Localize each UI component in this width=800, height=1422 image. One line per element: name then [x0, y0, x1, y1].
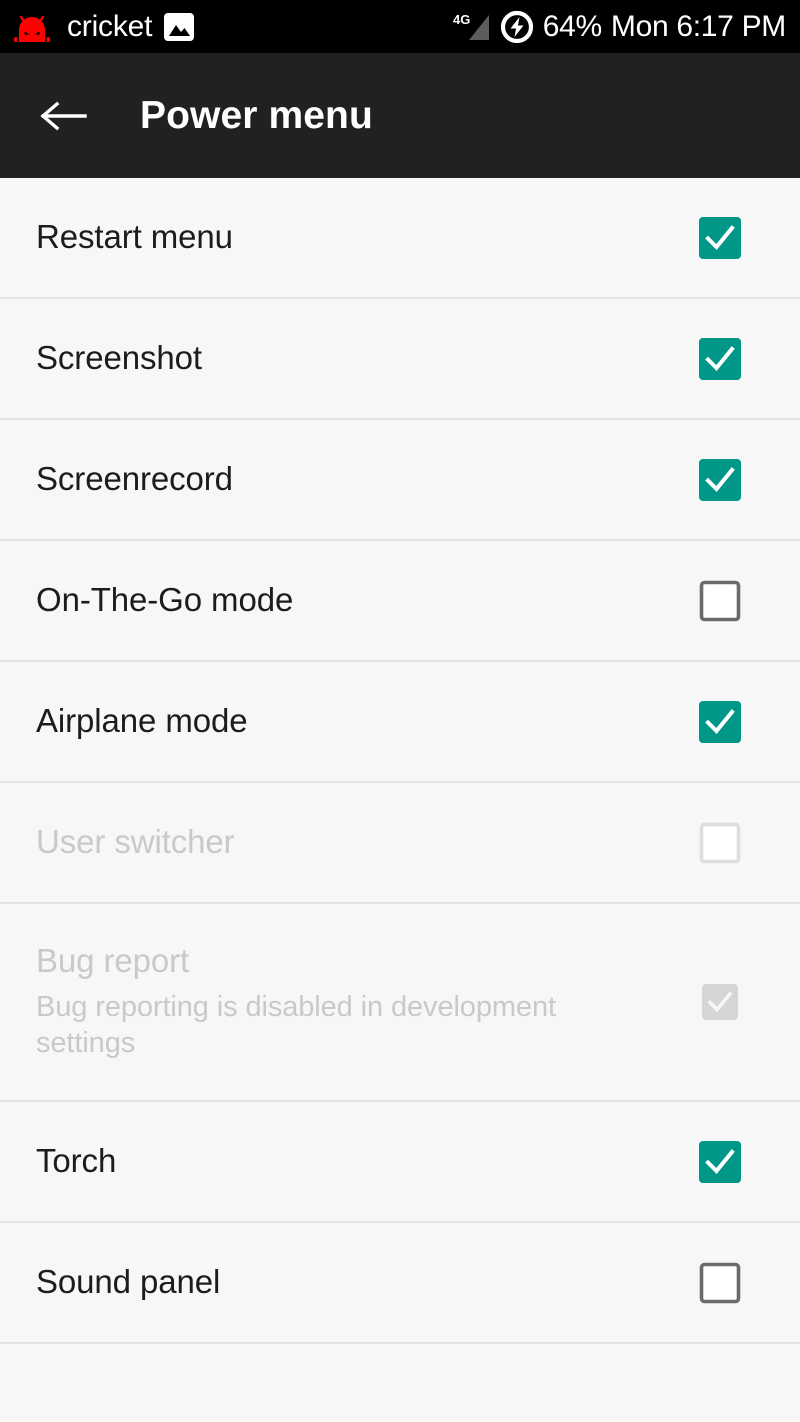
preference-row[interactable]: Screenrecord	[0, 420, 800, 541]
preference-text: User switcher	[36, 823, 698, 862]
checkbox-unchecked[interactable]	[698, 1260, 742, 1306]
preference-title: Screenrecord	[36, 460, 233, 498]
signal-4g-icon: 4G	[453, 11, 491, 43]
preference-title: Sound panel	[36, 1263, 221, 1301]
battery-charging-icon	[500, 10, 534, 44]
photo-icon	[163, 11, 195, 43]
preference-text: Sound panel	[36, 1263, 698, 1302]
preference-row[interactable]: Airplane mode	[0, 662, 800, 783]
battery-percent-label: 64%	[542, 9, 602, 43]
checkbox-checked	[698, 979, 742, 1025]
preference-row: User switcher	[0, 783, 800, 904]
checkbox-checked[interactable]	[698, 457, 742, 503]
preference-text: Torch	[36, 1142, 698, 1181]
preference-title: Bug report	[36, 942, 190, 979]
preference-row[interactable]: Screenshot	[0, 299, 800, 420]
toolbar: Power menu	[0, 53, 800, 178]
back-button[interactable]	[34, 86, 94, 146]
preference-title: Airplane mode	[36, 702, 248, 740]
preference-row[interactable]: Sound panel	[0, 1223, 800, 1344]
preference-row[interactable]: Restart menu	[0, 178, 800, 299]
preference-title: On-The-Go mode	[36, 581, 294, 619]
status-bar: cricket 4G 64% Mon 6:17 PM	[0, 0, 800, 53]
svg-text:4G: 4G	[453, 12, 470, 27]
preference-summary: Bug reporting is disabled in development…	[36, 990, 556, 1060]
preference-text: Screenrecord	[36, 460, 698, 499]
checkbox-checked[interactable]	[698, 336, 742, 382]
preference-text: On-The-Go mode	[36, 581, 698, 620]
checkbox-unchecked	[698, 820, 742, 866]
preference-row: Bug report Bug reporting is disabled in d…	[0, 904, 800, 1102]
preference-text: Bug report Bug reporting is disabled in d…	[36, 942, 698, 1062]
preference-list: Restart menu Screenshot Screenrecord On-The…	[0, 178, 800, 1344]
status-clock: Mon 6:17 PM	[610, 9, 786, 43]
preference-row[interactable]: On-The-Go mode	[0, 541, 800, 662]
checkbox-checked[interactable]	[698, 215, 742, 261]
android-head-icon	[14, 12, 56, 42]
preference-text: Airplane mode	[36, 702, 698, 741]
preference-title: Restart menu	[36, 218, 233, 256]
status-bar-right: 4G 64% Mon 6:17 PM	[453, 10, 786, 44]
checkbox-unchecked[interactable]	[698, 578, 742, 624]
preference-row[interactable]: Torch	[0, 1102, 800, 1223]
carrier-label: cricket	[67, 9, 153, 43]
page-title: Power menu	[140, 94, 373, 137]
checkbox-checked[interactable]	[698, 699, 742, 745]
preference-title: User switcher	[36, 823, 235, 861]
list-bottom-spacer	[0, 1344, 800, 1414]
status-bar-left: cricket	[14, 11, 195, 43]
preference-text: Restart menu	[36, 218, 698, 257]
preference-text: Screenshot	[36, 339, 698, 378]
back-arrow-icon	[40, 101, 87, 130]
preference-title: Torch	[36, 1142, 117, 1180]
preference-title: Screenshot	[36, 339, 202, 377]
checkbox-checked[interactable]	[698, 1139, 742, 1185]
